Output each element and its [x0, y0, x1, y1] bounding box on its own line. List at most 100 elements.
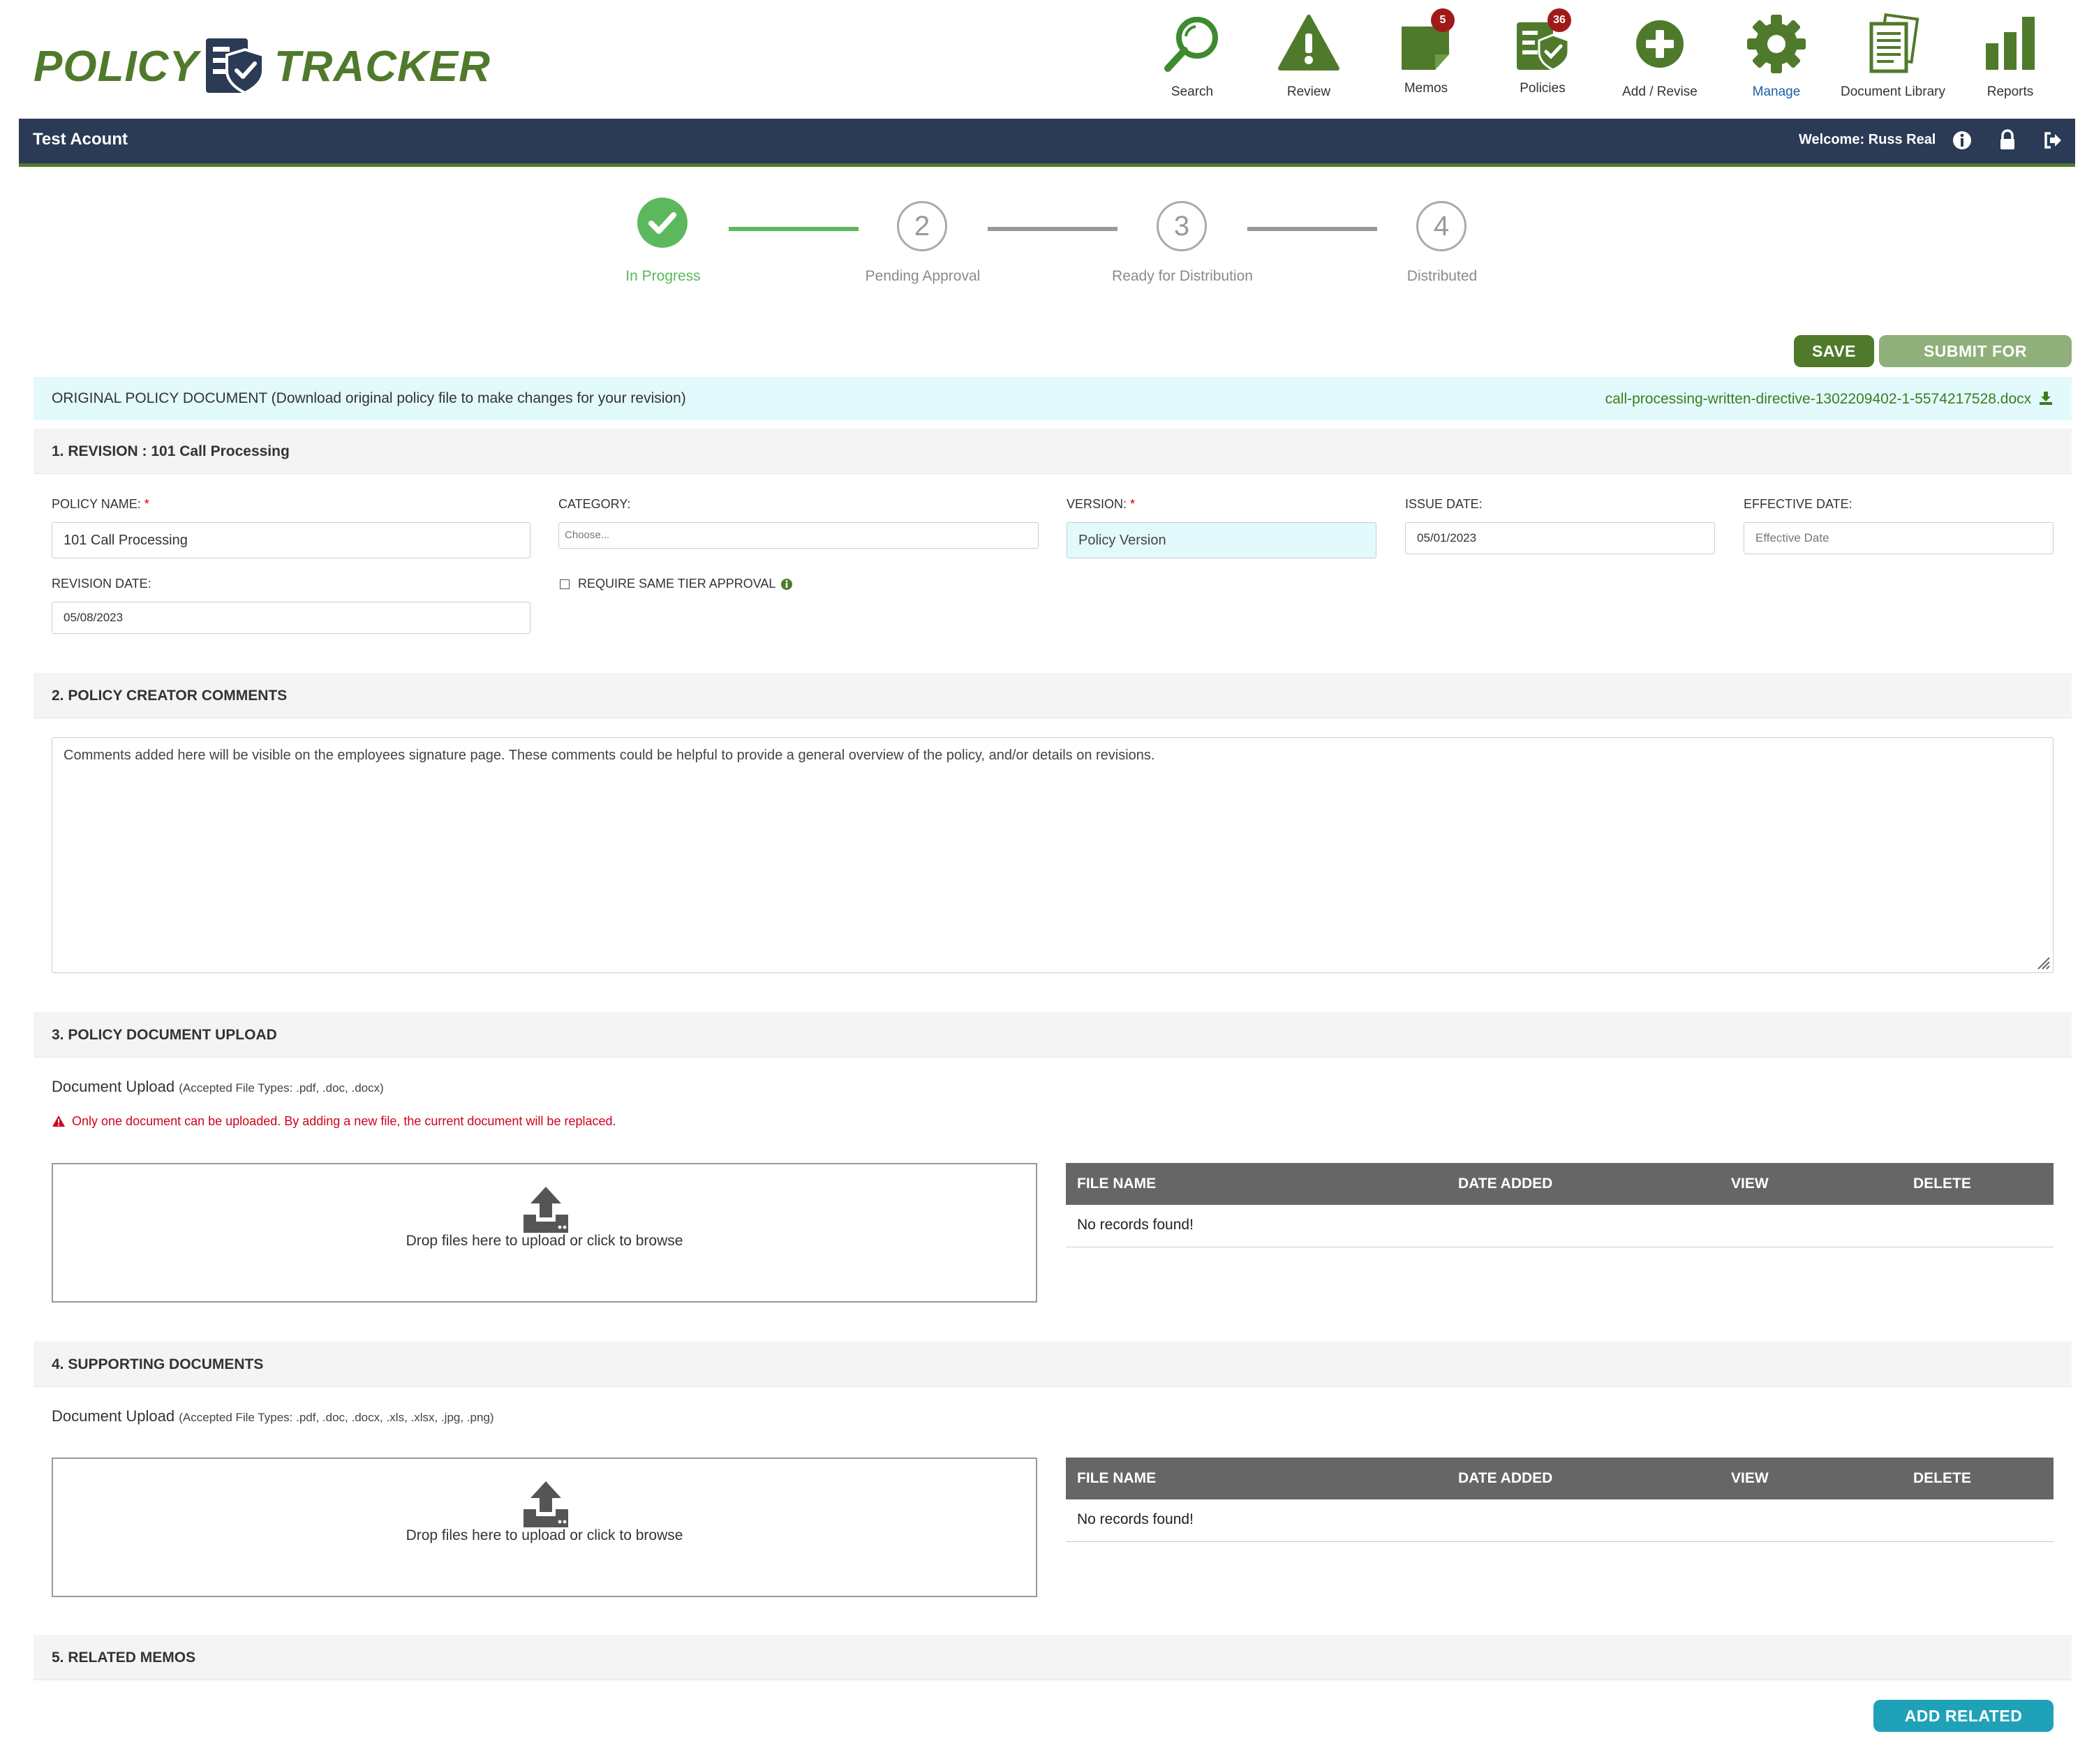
download-icon — [2040, 392, 2052, 405]
step-4-label: Distributed — [1406, 268, 1478, 284]
gear-icon — [1747, 15, 1806, 73]
policy-document-dropzone[interactable]: Drop files here to upload or click to br… — [52, 1163, 1037, 1303]
policy-name-label-text: POLICY NAME: — [52, 497, 141, 511]
step-2-indicator: 2 — [897, 201, 947, 251]
lock-icon[interactable] — [1996, 128, 2019, 152]
issue-date-label: ISSUE DATE: — [1405, 497, 1483, 511]
plus-circle-icon — [1636, 20, 1684, 68]
section-title: 1. REVISION : 101 Call Processing — [52, 443, 290, 459]
table-row-empty: No records found! — [1066, 1499, 2054, 1542]
section-creator-comments-header: 2. POLICY CREATOR COMMENTS — [34, 673, 2072, 718]
no-records-text: No records found! — [1077, 1511, 1194, 1527]
nav-search[interactable]: Search — [1133, 13, 1252, 100]
step-2-label: Pending Approval — [865, 268, 981, 284]
category-label: CATEGORY: — [558, 497, 631, 511]
warning-text: Only one document can be uploaded. By ad… — [72, 1114, 616, 1128]
info-icon[interactable] — [1950, 128, 1974, 152]
document-upload-label: Document Upload (Accepted File Types: .p… — [52, 1078, 384, 1096]
tier-approval-label: REQUIRE SAME TIER APPROVAL — [578, 577, 776, 591]
step-4-indicator: 4 — [1416, 201, 1466, 251]
column-file-name[interactable]: FILE NAME — [1077, 1176, 1156, 1192]
policy-name-label: POLICY NAME: * — [52, 497, 149, 512]
required-asterisk: * — [1130, 497, 1136, 511]
nav-label: Policies — [1520, 81, 1566, 96]
required-asterisk: * — [144, 497, 149, 511]
effective-date-input[interactable]: Effective Date — [1744, 522, 2054, 554]
issue-date-input[interactable]: 05/01/2023 — [1405, 522, 1715, 554]
checkmark-icon — [648, 212, 676, 234]
info-icon[interactable] — [780, 577, 794, 591]
original-doc-download-link[interactable]: call-processing-written-directive-130220… — [1605, 390, 2054, 408]
version-input[interactable]: Policy Version — [1067, 522, 1376, 558]
nav-manage[interactable]: Manage — [1717, 13, 1836, 100]
effective-date-label: EFFECTIVE DATE: — [1744, 497, 1852, 511]
submit-for-approval-button[interactable]: SUBMIT FOR APPROVAL — [1879, 335, 2072, 392]
document-upload-title: Document Upload — [52, 1078, 175, 1095]
accepted-file-types: (Accepted File Types: .pdf, .doc, .docx) — [179, 1081, 384, 1095]
step-3-label: Ready for Distribution — [1112, 268, 1253, 284]
version-label-text: VERSION: — [1067, 497, 1127, 511]
table-row-empty: No records found! — [1066, 1205, 2054, 1247]
section-supporting-documents-header: 4. SUPPORTING DOCUMENTS — [34, 1342, 2072, 1387]
column-view: VIEW — [1731, 1176, 1769, 1192]
logo-word-policy: POLICY — [34, 42, 199, 91]
supporting-files-table-header: FILE NAME DATE ADDED VIEW DELETE — [1066, 1458, 2054, 1499]
section-policy-upload-header: 3. POLICY DOCUMENT UPLOAD — [34, 1012, 2072, 1058]
supporting-documents-dropzone[interactable]: Drop files here to upload or click to br… — [52, 1458, 1037, 1597]
original-doc-filename: call-processing-written-directive-130220… — [1605, 391, 2032, 407]
logout-icon[interactable] — [2041, 128, 2065, 152]
resize-handle-icon[interactable] — [2035, 955, 2051, 970]
policy-files-table-header: FILE NAME DATE ADDED VIEW DELETE — [1066, 1163, 2054, 1205]
column-delete: DELETE — [1913, 1470, 1971, 1486]
warning-icon — [52, 1116, 65, 1127]
dropzone-text: Drop files here to upload or click to br… — [406, 1233, 683, 1249]
no-records-text: No records found! — [1077, 1217, 1194, 1233]
upload-icon — [524, 1481, 568, 1527]
revision-date-input[interactable]: 05/08/2023 — [52, 602, 530, 634]
nav-label: Reports — [1987, 84, 2034, 99]
column-date-added[interactable]: DATE ADDED — [1458, 1176, 1552, 1192]
version-label: VERSION: * — [1067, 497, 1135, 512]
supporting-upload-title: Document Upload — [52, 1407, 175, 1425]
creator-comments-textarea[interactable]: Comments added here will be visible on t… — [52, 737, 2054, 973]
policies-badge: 36 — [1547, 8, 1571, 32]
nav-add-revise[interactable]: Add / Revise — [1601, 13, 1719, 100]
require-same-tier-approval[interactable]: REQUIRE SAME TIER APPROVAL — [560, 577, 794, 591]
column-view: VIEW — [1731, 1470, 1769, 1486]
nav-label: Review — [1286, 84, 1331, 99]
dropzone-text: Drop files here to upload or click to br… — [406, 1527, 683, 1543]
nav-label: Add / Revise — [1622, 84, 1698, 99]
nav-document-library[interactable]: Document Library — [1834, 13, 1952, 100]
nav-policies[interactable]: 36 Policies — [1483, 8, 1602, 96]
nav-reports[interactable]: Reports — [1951, 13, 2070, 100]
step-1-label: In Progress — [625, 268, 701, 284]
section-title: 5. RELATED MEMOS — [52, 1650, 196, 1666]
column-file-name[interactable]: FILE NAME — [1077, 1470, 1156, 1487]
single-document-warning: Only one document can be uploaded. By ad… — [52, 1114, 616, 1129]
section-revision-header: 1. REVISION : 101 Call Processing — [34, 429, 2072, 474]
step-connector — [729, 227, 859, 231]
category-select[interactable]: Choose... — [558, 522, 1039, 549]
logo-word-tracker: TRACKER — [274, 42, 491, 91]
warning-icon — [1278, 15, 1339, 71]
step-connector — [988, 227, 1117, 231]
add-related-memos-button[interactable]: ADD RELATED MEMOS — [1873, 1700, 2054, 1757]
section-title: 2. POLICY CREATOR COMMENTS — [52, 688, 288, 704]
original-policy-document-bar: ORIGINAL POLICY DOCUMENT (Download origi… — [34, 377, 2072, 420]
policy-name-input[interactable]: 101 Call Processing — [52, 522, 530, 558]
app-logo[interactable]: POLICY TRACKER — [34, 35, 491, 98]
tier-approval-checkbox[interactable] — [560, 579, 570, 589]
save-button[interactable]: SAVE — [1794, 335, 1874, 367]
account-bar: Test Acount Welcome: Russ Real — [19, 119, 2075, 167]
nav-memos[interactable]: 5 Memos — [1367, 8, 1485, 96]
upload-icon — [524, 1187, 568, 1233]
accepted-file-types: (Accepted File Types: .pdf, .doc, .docx,… — [179, 1411, 494, 1424]
section-title: 3. POLICY DOCUMENT UPLOAD — [52, 1027, 277, 1043]
nav-review[interactable]: Review — [1249, 13, 1368, 100]
original-doc-text: ORIGINAL POLICY DOCUMENT (Download origi… — [52, 390, 686, 406]
policy-shield-icon — [205, 38, 265, 95]
supporting-upload-label: Document Upload (Accepted File Types: .p… — [52, 1407, 494, 1425]
column-date-added[interactable]: DATE ADDED — [1458, 1470, 1552, 1487]
nav-label: Search — [1171, 84, 1214, 99]
account-name: Test Acount — [33, 130, 128, 149]
